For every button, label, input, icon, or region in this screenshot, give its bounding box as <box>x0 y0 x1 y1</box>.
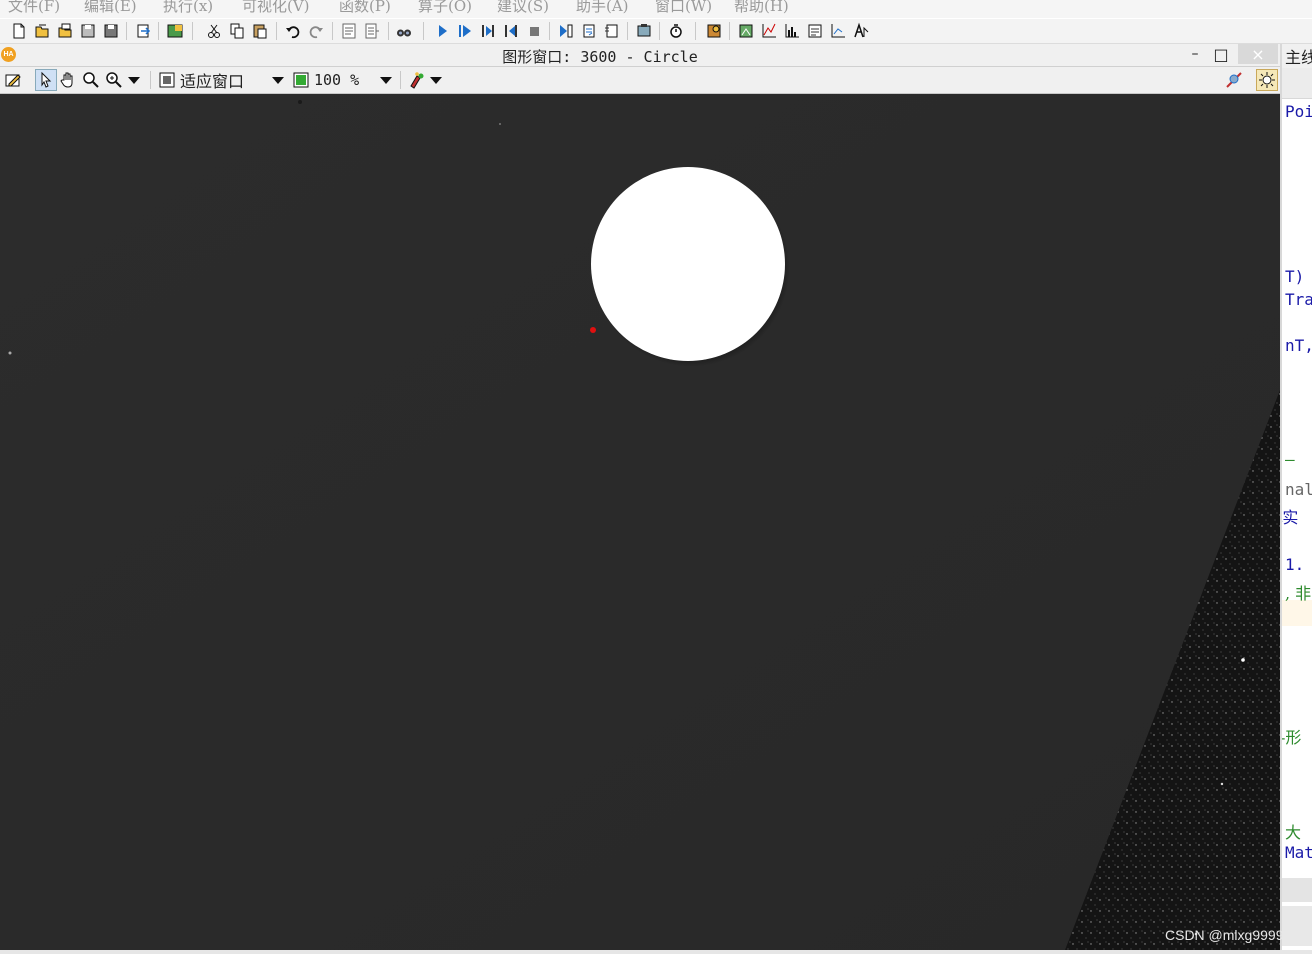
program-editor-panel: 主线 Poi T) Tra nT, — nal t实 1. , 非 -形 大 M… <box>1280 44 1312 954</box>
paste-icon[interactable] <box>251 22 269 40</box>
paint-color-icon[interactable] <box>408 70 426 90</box>
menu-file[interactable]: 文件(F) <box>8 0 60 16</box>
image-acquisition-icon[interactable] <box>635 22 653 40</box>
graphics-inspect-icon[interactable] <box>737 22 755 40</box>
menu-execute[interactable]: 执行(x) <box>163 0 213 16</box>
window-bottom-border <box>0 950 1312 954</box>
step-out-icon[interactable] <box>502 22 520 40</box>
editor-scrollbar[interactable] <box>1282 878 1312 902</box>
binoculars-icon[interactable] <box>395 22 413 40</box>
image-grid-icon[interactable] <box>166 22 184 40</box>
feature-inspect-icon[interactable] <box>806 22 824 40</box>
maximize-button[interactable]: □ <box>1210 44 1232 64</box>
image-canvas[interactable] <box>0 94 1280 950</box>
run-icon[interactable] <box>433 22 451 40</box>
program-counter-icon[interactable] <box>603 22 621 40</box>
step-into-icon[interactable] <box>479 22 497 40</box>
help-book-icon[interactable] <box>705 22 723 40</box>
profiler-icon[interactable] <box>667 22 685 40</box>
magnifier-icon[interactable] <box>105 70 123 90</box>
code-line[interactable]: T) <box>1285 267 1304 286</box>
measure-icon[interactable] <box>829 22 847 40</box>
minimize-button[interactable]: – <box>1184 44 1206 64</box>
visualization-settings-icon[interactable] <box>1256 69 1278 91</box>
watermark-text: CSDN @mlxg99999 <box>1165 927 1292 943</box>
code-line[interactable]: t实 <box>1282 504 1298 528</box>
zoom-percent-label: 100 % <box>314 71 360 89</box>
code-line[interactable]: 大 <box>1285 819 1301 843</box>
export-icon[interactable] <box>134 22 152 40</box>
code-line[interactable]: nal <box>1285 480 1312 499</box>
close-button[interactable]: × <box>1238 44 1278 64</box>
graphics-window-toolbar: 适应窗口 100 % <box>0 67 1280 94</box>
menu-suggestions[interactable]: 建议(S) <box>497 0 549 16</box>
ocr-icon[interactable] <box>852 22 870 40</box>
run-to-icon[interactable] <box>557 22 575 40</box>
menu-bar: 文件(F) 编辑(E) 执行(x) 可视化(V) 函数(P) 算子(O) 建议(… <box>0 0 1312 18</box>
pan-hand-icon[interactable] <box>59 70 77 90</box>
undo-icon[interactable] <box>284 22 302 40</box>
code-line[interactable]: 1. <box>1285 555 1304 574</box>
code-line[interactable]: Tra <box>1285 290 1312 309</box>
fit-window-label: 适应窗口 <box>180 72 245 91</box>
copy-icon[interactable] <box>228 22 246 40</box>
menu-functions[interactable]: 函数(P) <box>339 0 391 16</box>
save-icon[interactable] <box>79 22 97 40</box>
zoom-window-icon[interactable] <box>1225 70 1243 90</box>
histogram-icon[interactable] <box>783 22 801 40</box>
code-line[interactable]: nT, <box>1285 336 1312 355</box>
graphics-window-title: 图形窗口: 3600 - Circle <box>502 48 698 66</box>
editor-header-strip <box>1282 68 1312 99</box>
zoom-icon[interactable] <box>82 70 100 90</box>
fit-window-icon <box>159 72 175 88</box>
redo-icon[interactable] <box>307 22 325 40</box>
menu-operators[interactable]: 算子(O) <box>418 0 472 16</box>
menu-edit[interactable]: 编辑(E) <box>84 0 137 16</box>
zoom-percent-dropdown-arrow[interactable] <box>380 70 392 90</box>
open-file-icon[interactable] <box>33 22 51 40</box>
edit-settings-icon[interactable] <box>4 70 22 90</box>
paint-color-dropdown-arrow[interactable] <box>430 70 442 90</box>
code-line[interactable]: Poi <box>1285 102 1312 121</box>
cut-icon[interactable] <box>205 22 223 40</box>
code-line[interactable]: , 非 <box>1285 580 1311 604</box>
uncomment-icon[interactable] <box>363 22 381 40</box>
zoom-percent-icon <box>293 72 309 88</box>
main-thread-tab[interactable]: 主线 <box>1282 44 1312 68</box>
zoom-dropdown-arrow[interactable] <box>128 70 140 90</box>
menu-help[interactable]: 帮助(H) <box>734 0 789 16</box>
code-line[interactable]: -形 <box>1282 724 1301 748</box>
line-profile-icon[interactable] <box>760 22 778 40</box>
stop-icon[interactable] <box>525 22 543 40</box>
fit-window-dropdown[interactable]: 适应窗口 <box>158 70 245 91</box>
main-toolbar <box>0 19 1312 44</box>
red-marker-point[interactable] <box>590 327 596 333</box>
reset-program-icon[interactable] <box>580 22 598 40</box>
canvas-graphics <box>0 94 1280 950</box>
zoom-percent-dropdown[interactable]: 100 % <box>292 70 359 90</box>
comment-icon[interactable] <box>340 22 358 40</box>
open-example-icon[interactable] <box>56 22 74 40</box>
code-line[interactable]: Mat <box>1285 843 1312 862</box>
menu-window[interactable]: 窗口(W) <box>655 0 712 16</box>
new-file-icon[interactable] <box>10 22 28 40</box>
menu-visualize[interactable]: 可视化(V) <box>242 0 310 16</box>
fit-window-dropdown-arrow[interactable] <box>272 70 284 90</box>
step-over-icon[interactable] <box>456 22 474 40</box>
graphics-window-titlebar[interactable]: HA 图形窗口: 3600 - Circle – □ × <box>0 44 1280 67</box>
code-line[interactable]: — <box>1285 450 1295 469</box>
save-as-icon[interactable] <box>102 22 120 40</box>
pointer-tool-icon[interactable] <box>35 69 57 91</box>
circle-region[interactable] <box>591 167 785 361</box>
menu-assistants[interactable]: 助手(A) <box>576 0 629 16</box>
